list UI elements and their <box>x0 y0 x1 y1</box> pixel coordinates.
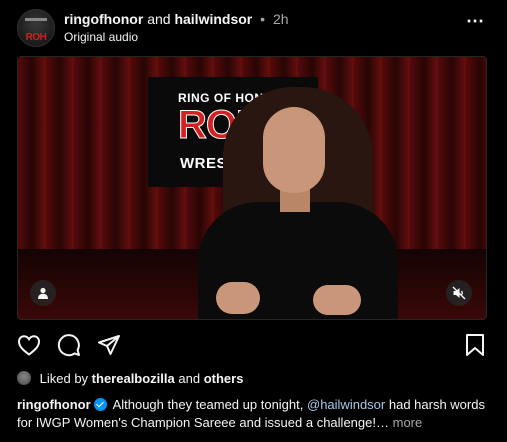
comment-button[interactable] <box>55 331 83 359</box>
verified-badge-icon <box>93 398 107 411</box>
person-hand-left <box>216 282 260 314</box>
share-button[interactable] <box>95 331 123 359</box>
caption-more-link[interactable]: more <box>393 415 423 430</box>
person-hand-right <box>313 285 361 315</box>
post-header: ROH ringofhonor and hailwindsor • 2h Ori… <box>0 0 507 54</box>
post-video[interactable]: RING OF HONOR ROH WRESTLING <box>17 56 487 320</box>
likes-others-link[interactable]: others <box>204 371 244 386</box>
avatar-detail <box>25 18 47 21</box>
liker-avatar[interactable] <box>17 371 31 385</box>
bookmark-icon <box>466 334 484 356</box>
likes-and: and <box>178 371 201 386</box>
post-timestamp[interactable]: 2h <box>273 11 289 27</box>
authors-connector: and <box>147 11 171 27</box>
more-icon: ⋯ <box>466 11 484 31</box>
audio-label[interactable]: Original audio <box>64 30 138 44</box>
post-authors: ringofhonor and hailwindsor • 2h <box>64 11 289 27</box>
person-face <box>263 107 325 193</box>
author-username[interactable]: ringofhonor <box>64 11 143 27</box>
comment-icon <box>57 334 80 357</box>
separator-dot: • <box>260 11 266 27</box>
caption-username[interactable]: ringofhonor <box>17 397 91 412</box>
save-button[interactable] <box>461 331 489 359</box>
more-options-button[interactable]: ⋯ <box>464 11 486 36</box>
caption-text-part1: Although they teamed up tonight, <box>112 397 304 412</box>
tagged-users-button[interactable] <box>30 280 56 306</box>
like-button[interactable] <box>15 331 43 359</box>
avatar-logo-text: ROH <box>25 32 47 43</box>
user-icon <box>38 287 48 299</box>
liker-username[interactable]: therealbozilla <box>92 371 175 386</box>
post-actions <box>0 325 507 365</box>
likes-summary: Liked by therealbozilla and others <box>17 371 243 386</box>
likes-prefix: Liked by <box>39 371 89 386</box>
heart-icon <box>17 335 41 356</box>
speaker-muted-icon <box>452 286 466 300</box>
mute-button[interactable] <box>446 280 472 306</box>
collaborator-username[interactable]: hailwindsor <box>174 11 252 27</box>
author-avatar[interactable]: ROH <box>17 9 55 47</box>
send-icon <box>98 335 120 355</box>
post-caption: ringofhonor Although they teamed up toni… <box>17 396 491 432</box>
caption-mention[interactable]: @hailwindsor <box>307 397 385 412</box>
